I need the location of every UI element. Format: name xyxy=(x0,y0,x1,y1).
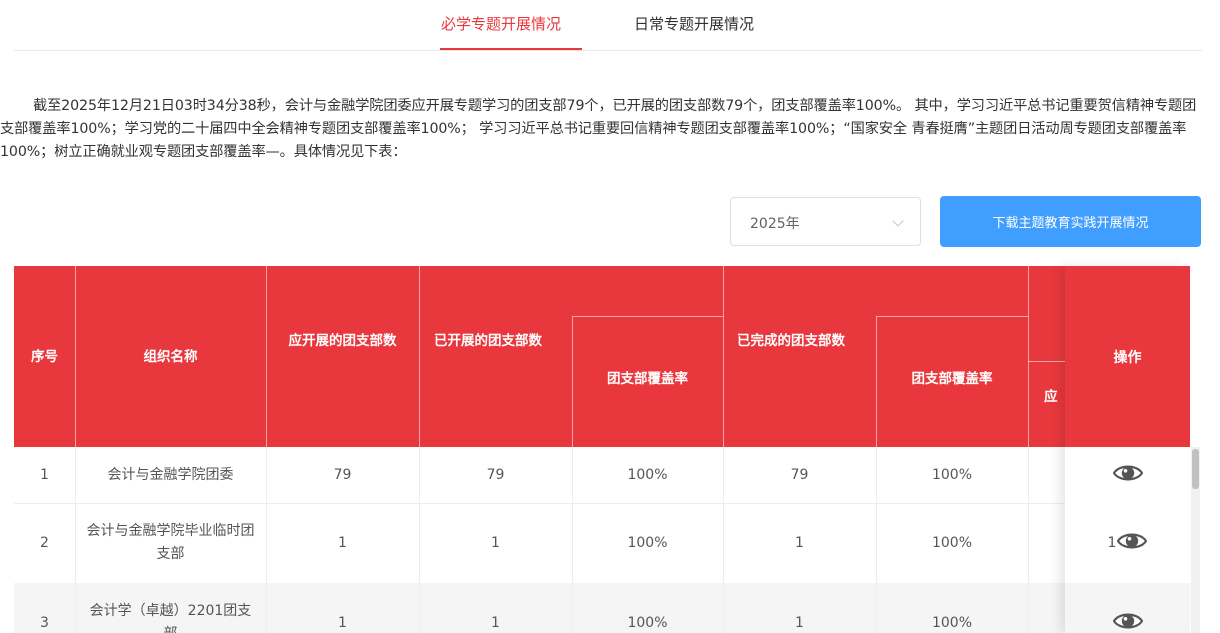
header-complete-count: 已完成的团支部数 xyxy=(737,333,845,349)
topics-table: 序号 组织名称 应开展的团支部数 已开展的团支部数 团支部覆盖率 已完成的团支部… xyxy=(14,266,1190,633)
row-done-coverage: 100% xyxy=(627,614,668,631)
operation-partial-text: 1 xyxy=(1107,535,1117,551)
row-done-count: 79 xyxy=(486,466,505,483)
download-button[interactable]: 下载主题教育实践开展情况 xyxy=(940,196,1201,247)
header-complete-coverage: 团支部覆盖率 xyxy=(911,371,993,387)
row-index: 1 xyxy=(40,466,49,483)
row-index: 3 xyxy=(40,614,49,631)
header-org-name: 组织名称 xyxy=(143,349,198,365)
table-row: 2 会计与金融学院毕业临时团支部 1 1 100% 1 100% xyxy=(14,503,1190,584)
row-complete-coverage: 100% xyxy=(931,466,973,483)
row-index: 2 xyxy=(40,534,49,551)
operation-cell xyxy=(1065,447,1190,504)
row-done-count: 1 xyxy=(491,614,500,631)
tab-daily-topics[interactable]: 日常专题开展情况 xyxy=(634,14,754,34)
row-complete-coverage: 100% xyxy=(931,534,973,551)
year-select-value: 2025年 xyxy=(750,216,800,232)
row-org-name: 会计与金融学院团委 xyxy=(107,466,234,483)
eye-icon[interactable] xyxy=(1112,611,1143,633)
eye-icon[interactable] xyxy=(1117,531,1148,555)
chevron-down-icon xyxy=(892,215,904,227)
active-tab-indicator xyxy=(440,48,582,50)
table-scrollbar-thumb[interactable] xyxy=(1192,449,1199,489)
summary-text: 截至2025年12月21日03时34分38秒，会计与金融学院团委应开展专题学习的… xyxy=(0,98,1197,160)
header-done-count: 已开展的团支部数 xyxy=(434,333,542,349)
row-complete-count: 79 xyxy=(790,466,809,483)
row-complete-count: 1 xyxy=(795,614,804,631)
table-row: 1 会计与金融学院团委 79 79 100% 79 100% xyxy=(14,447,1190,504)
table-header: 序号 组织名称 应开展的团支部数 已开展的团支部数 团支部覆盖率 已完成的团支部… xyxy=(14,266,1190,447)
year-select[interactable]: 2025年 xyxy=(730,197,921,246)
row-done-coverage: 100% xyxy=(627,534,668,551)
row-done-coverage: 100% xyxy=(627,466,668,483)
row-done-count: 1 xyxy=(491,534,500,551)
table-row: 3 会计学（卓越）2201团支部 1 1 100% 1 100% xyxy=(14,583,1190,633)
row-org-name: 会计学（卓越）2201团支部 xyxy=(89,603,252,633)
header-index: 序号 xyxy=(31,349,58,365)
operation-cell: 1 xyxy=(1065,503,1190,584)
row-org-name: 会计与金融学院毕业临时团支部 xyxy=(86,523,255,562)
row-complete-coverage: 100% xyxy=(931,614,973,631)
header-done-coverage: 团支部覆盖率 xyxy=(607,371,688,387)
header-should-count: 应开展的团支部数 xyxy=(288,333,397,349)
row-should-count: 1 xyxy=(338,614,347,631)
header-operation: 操作 xyxy=(1065,266,1190,447)
operation-cell xyxy=(1065,583,1190,633)
row-complete-count: 1 xyxy=(795,534,804,551)
row-should-count: 1 xyxy=(338,534,347,551)
row-should-count: 79 xyxy=(333,466,352,483)
tab-required-topics[interactable]: 必学专题开展情况 xyxy=(441,14,561,34)
tab-bar: 必学专题开展情况 日常专题开展情况 xyxy=(14,0,1202,51)
eye-icon[interactable] xyxy=(1112,463,1143,487)
operation-column: 操作 1 xyxy=(1065,266,1190,633)
